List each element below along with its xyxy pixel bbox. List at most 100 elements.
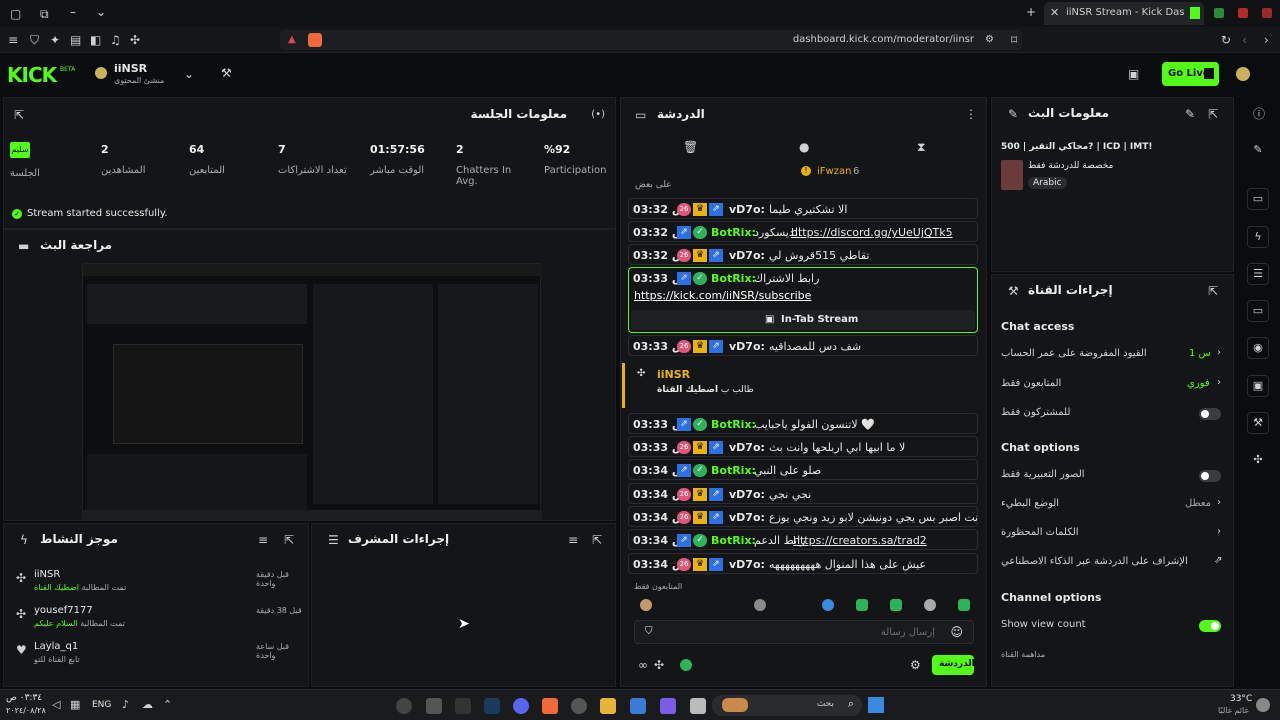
emote-icon[interactable] — [754, 599, 766, 611]
followers-only-row[interactable]: المتابعون فقط فوري › — [1001, 377, 1226, 392]
emote-icon[interactable] — [924, 599, 936, 611]
puzzle-icon[interactable]: ✣ — [130, 34, 140, 46]
list-icon[interactable]: ☰ — [1247, 263, 1269, 285]
minimize-icon[interactable]: – — [70, 6, 76, 18]
volume-icon[interactable]: ◁ — [52, 699, 60, 711]
comment-icon[interactable]: ● — [799, 141, 809, 153]
language-indicator[interactable]: ENG — [92, 700, 111, 710]
reader-icon[interactable]: ▤ — [70, 34, 81, 46]
broadcast-icon[interactable]: ◉ — [1247, 337, 1269, 359]
reward-icon[interactable]: ✣ — [1247, 450, 1269, 472]
show-view-count-toggle[interactable] — [1199, 620, 1221, 632]
chat-message[interactable]: 03:32 ص26♛⇗ vD7o:تقاطي 515قروش لي — [628, 244, 978, 265]
forward-icon[interactable]: › — [1264, 34, 1269, 46]
kick-points-icon[interactable] — [680, 659, 692, 671]
windows-start-icon[interactable] — [868, 697, 884, 713]
emote-icon[interactable] — [856, 599, 868, 611]
new-tab-icon[interactable]: + — [1026, 6, 1036, 18]
subscribe-link[interactable]: https://kick.com/iiNSR/subscribe — [634, 289, 811, 302]
active-tab[interactable]: ✕ iiNSR Stream - Kick Dashboard — [1044, 2, 1204, 25]
clock-date[interactable]: ٢٠٢٤/٠٨/٢٨ — [6, 706, 46, 715]
chat-message[interactable]: 03:32 ص⇗✓ BotRix:الديسكورد https://disco… — [628, 221, 978, 242]
account-age-row[interactable]: القيود المفروضة على عمر الحساب 1 س › — [1001, 347, 1226, 362]
cloud-icon[interactable]: ☁ — [142, 699, 153, 711]
reload-icon[interactable]: ↻ — [1221, 34, 1231, 46]
wrench-icon[interactable]: ⚒ — [1247, 412, 1269, 434]
bookmark-icon[interactable]: ⌑ — [1011, 34, 1017, 46]
go-live-button[interactable]: Go Live — [1162, 62, 1219, 86]
subscribers-only-toggle[interactable] — [1199, 408, 1221, 420]
send-chat-button[interactable]: الدردشة — [932, 655, 975, 675]
music-icon[interactable]: ♫ — [110, 34, 121, 46]
more-vertical-icon[interactable]: ⋮ — [965, 108, 977, 120]
edit-icon[interactable]: ✎ — [1185, 108, 1195, 120]
url-field[interactable]: ▲ dashboard.kick.com/moderator/iinsr ⚙ — [280, 30, 1022, 50]
shield-icon[interactable]: ⛉ — [30, 34, 39, 46]
profile-avatar[interactable] — [1236, 67, 1250, 81]
activity-user[interactable]: iiNSR — [34, 569, 60, 580]
filter-icon[interactable]: ≡ — [568, 534, 578, 546]
layout-icon[interactable]: ▣ — [1128, 68, 1139, 80]
expand-icon[interactable]: ⇱ — [1208, 108, 1218, 120]
bolt-icon[interactable]: ϟ — [1247, 226, 1269, 248]
chat-message[interactable]: 03:32 ص26♛⇗ vD7o:الا تشكتيري طيما — [628, 198, 978, 219]
close-tab-icon[interactable]: ✕ — [1050, 7, 1059, 19]
hammer-icon[interactable]: ⚒ — [221, 67, 232, 79]
stream-preview-video[interactable] — [82, 263, 542, 520]
settings-icon[interactable] — [426, 698, 442, 714]
chat-message[interactable]: 03:34 ص⇗✓ BotRix:رابط الدعم https://crea… — [628, 529, 978, 550]
chat-message[interactable]: 03:34 ص⇗✓ BotRix:صلو على النبي — [628, 459, 978, 480]
reward-redemption[interactable]: ✣ iiNSR طالب ب اضطيك القناة — [622, 363, 986, 408]
sidebar-toggle-icon[interactable]: ▢ — [10, 8, 21, 20]
chat-link[interactable]: https://creators.sa/trad2 — [793, 534, 927, 547]
emote-icon[interactable] — [890, 599, 902, 611]
chevron-down-icon[interactable]: ⌄ — [184, 68, 194, 80]
filter-icon[interactable]: ≡ — [258, 534, 268, 546]
avatar[interactable] — [95, 67, 107, 79]
pinned-bar[interactable]: ! iFwzan 6 — [621, 162, 986, 182]
file-explorer-icon[interactable] — [600, 698, 616, 714]
site-settings-icon[interactable]: ⚙ — [985, 34, 994, 46]
clock-time[interactable]: ٠٣:٣٤ ص — [6, 693, 42, 703]
sidebar-icon[interactable]: ◧ — [90, 34, 101, 46]
expand-icon[interactable]: ⇱ — [14, 109, 24, 121]
discord-icon[interactable] — [513, 698, 529, 714]
hourglass-icon[interactable]: ⧗ — [917, 141, 925, 153]
back-icon[interactable]: ‹ — [1242, 34, 1247, 46]
slow-mode-row[interactable]: الوضع البطيء معطل › — [1001, 497, 1226, 512]
workspaces-icon[interactable]: ⧉ — [40, 8, 49, 20]
app-icon[interactable] — [690, 698, 706, 714]
steam-icon[interactable] — [484, 698, 500, 714]
settings-icon[interactable]: ⚙ — [910, 659, 921, 671]
in-tab-stream-button[interactable]: ▣ In-Tab Stream — [631, 310, 975, 330]
expand-icon[interactable]: ⇱ — [284, 534, 294, 546]
highlighted-chat-message[interactable]: 03:33 ص ⇗ ✓ BotRix: رابط الاشتراك https:… — [628, 267, 978, 333]
banned-words-row[interactable]: الكلمات المحظورة › — [1001, 526, 1226, 541]
emoji-icon[interactable]: ☺ — [950, 625, 963, 639]
tab-list-icon[interactable]: ⌄ — [96, 6, 106, 18]
expand-icon[interactable]: ⇱ — [592, 534, 602, 546]
microphone-icon[interactable]: ♪ — [122, 699, 129, 711]
chat-link[interactable]: https://discord.gg/yUeUjQTk5 — [791, 226, 953, 239]
emote-icon[interactable] — [958, 599, 970, 611]
infinity-icon[interactable]: ∞ — [638, 659, 648, 671]
taskbar-search[interactable]: بحث ⌕ — [712, 695, 862, 716]
extension-icon[interactable] — [1214, 8, 1224, 18]
app-icon[interactable] — [455, 698, 471, 714]
emote-icon[interactable] — [822, 599, 834, 611]
expand-icon[interactable]: ⇱ — [1208, 285, 1218, 297]
store-icon[interactable] — [630, 698, 646, 714]
chevron-up-icon[interactable]: ⌃ — [163, 699, 172, 711]
menu-icon[interactable]: ≡ — [8, 34, 18, 46]
chat-input[interactable]: ⛉ إرسال رسالة ☺ — [634, 620, 974, 644]
activity-user[interactable]: yousef7177 — [34, 605, 93, 616]
pen-icon[interactable]: ✎ — [1247, 140, 1269, 162]
chat-icon[interactable]: ▭ — [1247, 300, 1269, 322]
shield-icon[interactable]: ⛉ — [645, 626, 653, 637]
chat-message[interactable]: 03:34 ص26♛⇗ vD7o:انت اصبر بس يجي دونيشن … — [628, 506, 978, 527]
reward-icon[interactable]: ✣ — [654, 659, 664, 671]
layout-icon[interactable]: ▭ — [1247, 188, 1269, 210]
extension-icon[interactable] — [1262, 8, 1272, 18]
brave-shield-icon[interactable] — [308, 33, 322, 47]
warning-icon[interactable]: ▲ — [288, 34, 296, 45]
